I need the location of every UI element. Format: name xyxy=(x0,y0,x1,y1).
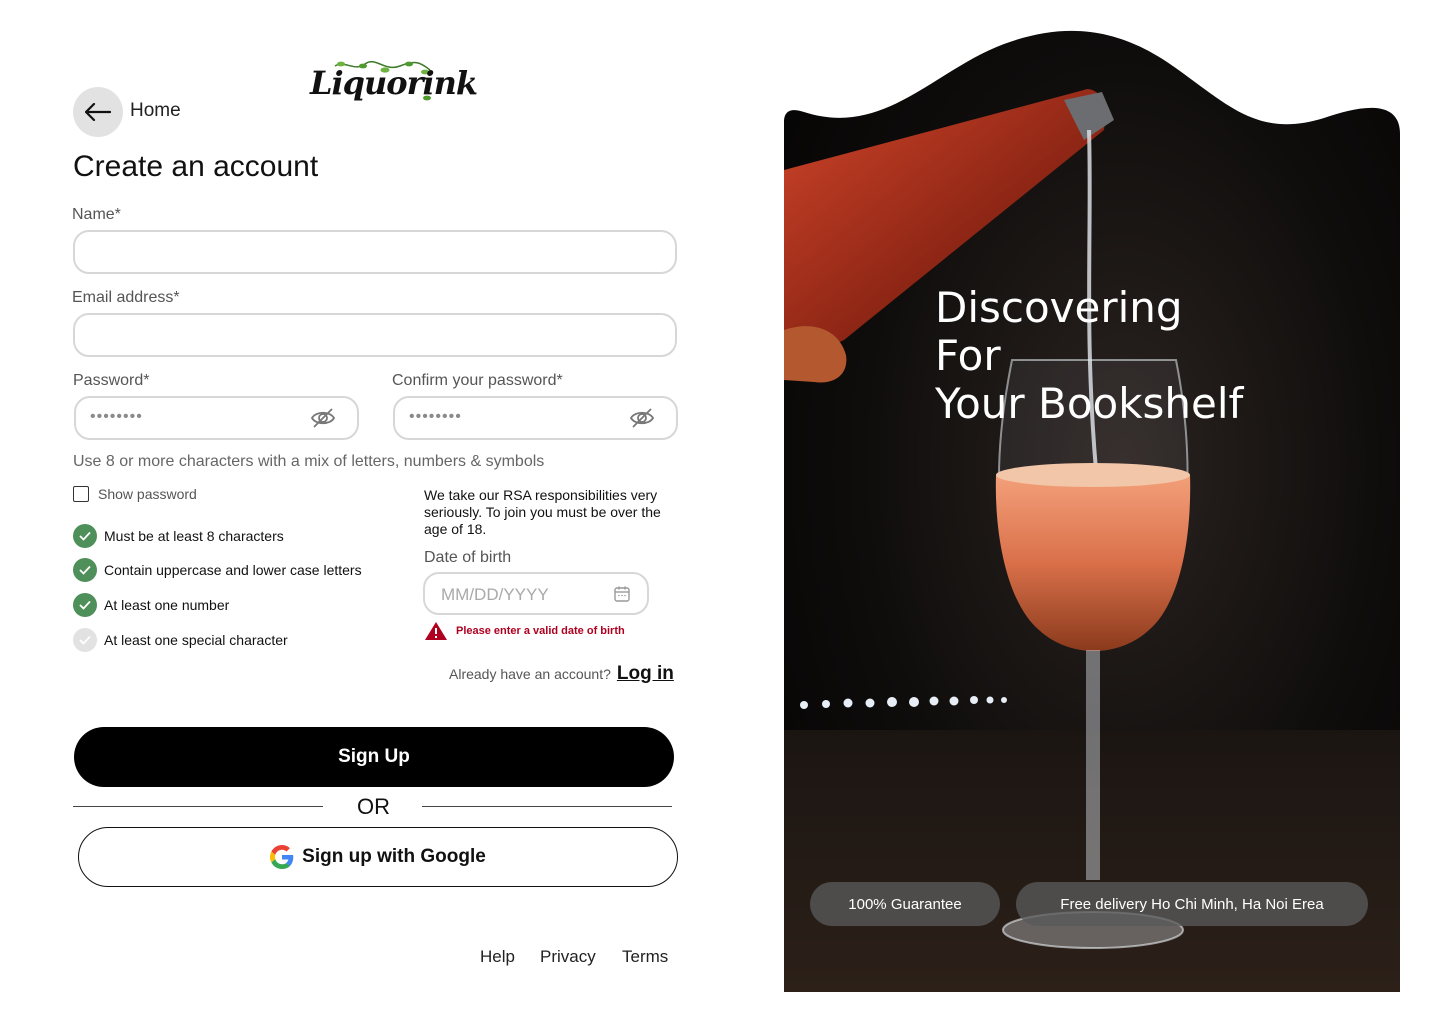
requirement-item: At least one number xyxy=(73,593,229,617)
name-input[interactable] xyxy=(73,230,677,274)
dob-error: Please enter a valid date of birth xyxy=(424,621,625,641)
dob-input[interactable]: MM/DD/YYYY xyxy=(423,572,649,615)
google-signup-button[interactable]: Sign up with Google xyxy=(78,827,678,887)
password-input[interactable]: •••••••• xyxy=(74,396,359,440)
divider-left xyxy=(73,806,323,807)
show-password-label: Show password xyxy=(98,486,197,502)
check-icon xyxy=(73,558,97,582)
hero-wine-image xyxy=(784,30,1400,992)
password-value: •••••••• xyxy=(90,408,143,425)
confirm-password-value: •••••••• xyxy=(409,408,462,425)
name-label: Name* xyxy=(72,206,121,223)
show-password-toggle[interactable]: Show password xyxy=(73,486,197,502)
google-signup-label: Sign up with Google xyxy=(302,846,486,867)
dob-label: Date of birth xyxy=(424,549,512,566)
home-link[interactable]: Home xyxy=(130,100,181,122)
eye-off-icon[interactable] xyxy=(309,406,337,430)
check-icon xyxy=(73,628,97,652)
eye-off-icon[interactable] xyxy=(628,406,656,430)
arrow-left-icon xyxy=(85,103,111,121)
login-prompt: Already have an account? Log in xyxy=(449,663,674,685)
check-icon xyxy=(73,593,97,617)
brand-logo: Liquorink xyxy=(305,58,478,110)
sign-up-button[interactable]: Sign Up xyxy=(74,727,674,787)
requirement-label: Contain uppercase and lower case letters xyxy=(104,562,362,578)
page-title: Create an account xyxy=(73,150,319,183)
hero-title-line-2: Your Bookshelf xyxy=(935,379,1244,428)
confirm-password-input[interactable]: •••••••• xyxy=(393,396,678,440)
logo-wordmark: Liquorink xyxy=(310,64,478,102)
divider-right xyxy=(422,806,672,807)
password-label: Password* xyxy=(73,372,150,389)
requirement-label: At least one number xyxy=(104,597,230,613)
footer-help-link[interactable]: Help xyxy=(480,947,515,967)
rsa-notice: We take our RSA responsibilities very se… xyxy=(424,487,661,537)
login-link[interactable]: Log in xyxy=(617,663,674,685)
hero-title: Discovering For Your Bookshelf xyxy=(935,284,1255,428)
requirement-label: Must be at least 8 characters xyxy=(104,528,284,544)
back-home-button[interactable] xyxy=(73,87,123,137)
guarantee-badge: 100% Guarantee xyxy=(810,882,1000,926)
footer-terms-link[interactable]: Terms xyxy=(622,947,668,967)
requirement-item: Must be at least 8 characters xyxy=(73,524,284,548)
hero-title-line-1: Discovering For xyxy=(935,283,1183,380)
requirement-item: Contain uppercase and lower case letters xyxy=(73,558,362,582)
delivery-badge: Free delivery Ho Chi Minh, Ha Noi Erea xyxy=(1016,882,1368,926)
dob-error-text: Please enter a valid date of birth xyxy=(456,625,625,637)
requirement-label: At least one special character xyxy=(104,632,288,648)
warning-icon xyxy=(425,622,447,640)
calendar-icon[interactable] xyxy=(613,585,631,603)
requirement-item: At least one special character xyxy=(73,628,288,652)
google-icon xyxy=(270,845,294,869)
login-prompt-text: Already have an account? xyxy=(449,666,611,682)
show-password-checkbox[interactable] xyxy=(73,486,89,502)
email-input[interactable] xyxy=(73,313,677,357)
check-icon xyxy=(73,524,97,548)
confirm-password-label: Confirm your password* xyxy=(392,372,563,389)
password-hint: Use 8 or more characters with a mix of l… xyxy=(73,453,545,470)
footer-privacy-link[interactable]: Privacy xyxy=(540,947,596,967)
dob-placeholder: MM/DD/YYYY xyxy=(441,585,549,604)
email-label: Email address* xyxy=(72,289,180,306)
or-divider-text: OR xyxy=(357,794,390,819)
